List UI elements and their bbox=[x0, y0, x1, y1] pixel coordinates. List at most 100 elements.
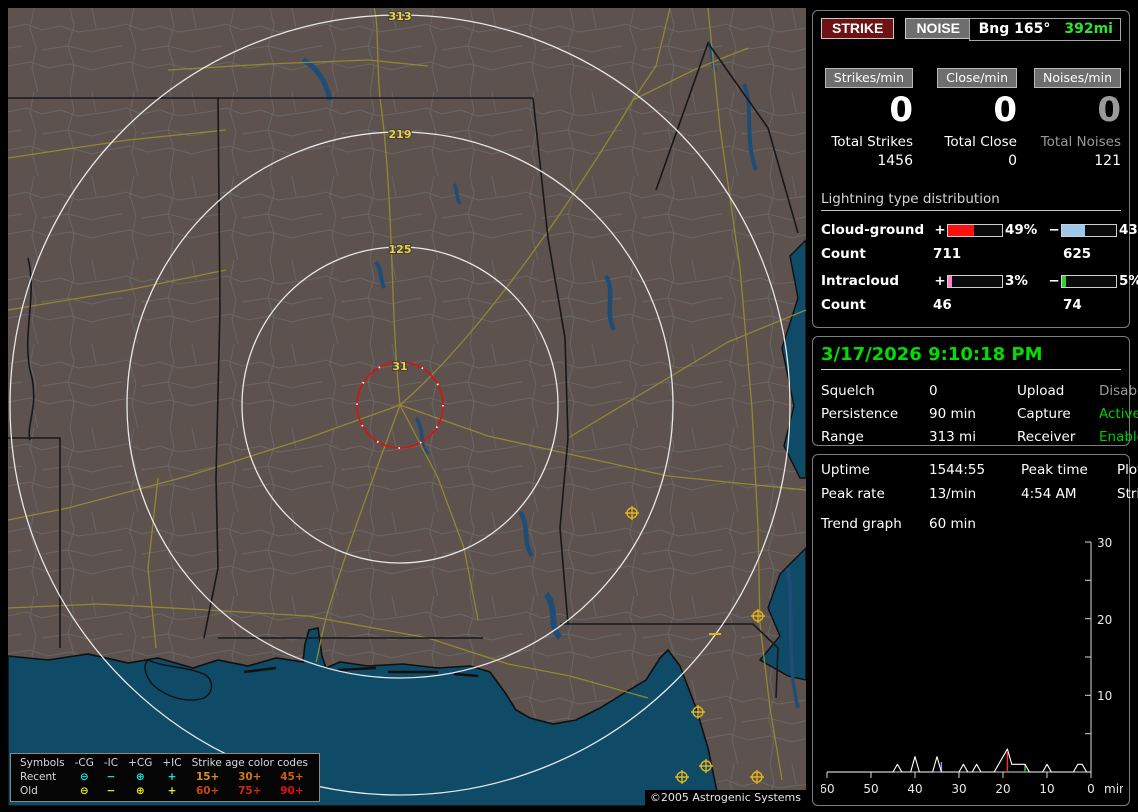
map-canvas: 313 219 125 31 bbox=[7, 7, 807, 807]
legend-col-pos-cg: +CG bbox=[128, 757, 153, 769]
age-45: 45+ bbox=[280, 771, 304, 783]
y-tick-10: 10 bbox=[1097, 689, 1112, 703]
age-60: 60+ bbox=[195, 785, 220, 797]
strike-mode-button[interactable]: STRIKE bbox=[821, 18, 895, 39]
ic-positive-pct: 3% bbox=[1005, 273, 1028, 289]
old-pos-ic-icon: + bbox=[167, 785, 177, 797]
peak-rate-label: Peak rate bbox=[821, 486, 885, 502]
count-label: Count bbox=[821, 246, 866, 262]
legend-col-neg-cg: -CG bbox=[74, 757, 94, 769]
x-tick-20: 20 bbox=[995, 782, 1010, 796]
ring-label-125: 125 bbox=[389, 243, 412, 256]
copyright-text: ©2005 Astrogenic Systems bbox=[644, 790, 806, 806]
y-tick-20: 20 bbox=[1097, 613, 1112, 627]
strike-map[interactable]: 313 219 125 31 Symbols -CG -IC +CG +IC S… bbox=[7, 7, 807, 807]
close-per-min-value: 0 bbox=[993, 90, 1017, 130]
ic-positive-count: 46 bbox=[933, 297, 952, 313]
upload-status: Disabled bbox=[1099, 383, 1138, 399]
stats-panel: Uptime 1544:55 Peak time Plot Peak rate … bbox=[812, 454, 1138, 806]
noises-per-min-button[interactable]: Noises/min bbox=[1034, 68, 1121, 88]
range-label: Range bbox=[821, 429, 864, 445]
recent-pos-cg-icon: ⊕ bbox=[135, 771, 145, 783]
total-close-label: Total Close bbox=[944, 134, 1017, 150]
uptime-value: 1544:55 bbox=[929, 462, 986, 478]
ic-negative-bar bbox=[1061, 274, 1117, 288]
peak-rate-value: 13/min bbox=[929, 486, 977, 502]
ic-negative-count: 74 bbox=[1063, 297, 1082, 313]
bearing-range-value: 392mi bbox=[1064, 21, 1113, 37]
plus-sign: + bbox=[934, 222, 946, 238]
x-tick-10: 10 bbox=[1039, 782, 1054, 796]
cg-negative-bar bbox=[1061, 223, 1117, 237]
y-ticks bbox=[1085, 541, 1091, 735]
cloud-ground-row: Cloud-ground + 49% − 43% bbox=[821, 222, 1138, 238]
ic-negative-pct: 5% bbox=[1119, 273, 1138, 289]
uptime-label: Uptime bbox=[821, 462, 870, 478]
legend-col-neg-ic: -IC bbox=[103, 757, 119, 769]
intracloud-counts: Count 46 74 bbox=[821, 297, 1121, 313]
intracloud-label: Intracloud bbox=[821, 273, 900, 289]
capture-status: Active bbox=[1099, 406, 1138, 422]
intracloud-row: Intracloud + 3% − 5% bbox=[821, 273, 1138, 289]
x-tick-60: 60 bbox=[821, 782, 835, 796]
peak-time-value: 4:54 AM bbox=[1021, 486, 1077, 502]
receiver-status: Enabled bbox=[1099, 429, 1138, 445]
strikes-per-min-button[interactable]: Strikes/min bbox=[824, 68, 913, 88]
x-tick-0: 0 bbox=[1087, 782, 1095, 796]
close-counter: Close/min 0 Total Close 0 bbox=[925, 67, 1017, 169]
ring-label-219: 219 bbox=[389, 128, 412, 141]
datetime-display: 3/17/2026 9:10:18 PM bbox=[821, 344, 1121, 370]
plus-sign: + bbox=[934, 273, 946, 289]
age-15: 15+ bbox=[195, 771, 220, 783]
x-tick-30: 30 bbox=[951, 782, 966, 796]
range-value: 313 mi bbox=[929, 429, 976, 445]
total-strikes-label: Total Strikes bbox=[831, 134, 913, 150]
x-ticks bbox=[826, 772, 1092, 778]
upload-label: Upload bbox=[1017, 383, 1065, 399]
old-neg-ic-icon: − bbox=[106, 785, 116, 797]
capture-label: Capture bbox=[1017, 406, 1071, 422]
old-neg-cg-icon: ⊖ bbox=[79, 785, 89, 797]
age-90: 90+ bbox=[280, 785, 304, 797]
persistence-value: 90 min bbox=[929, 406, 976, 422]
counter-panel: STRIKE NOISE Bng 165° 392mi Strikes/min 0… bbox=[812, 10, 1138, 328]
legend-symbols-header: Symbols bbox=[20, 757, 65, 769]
x-tick-50: 50 bbox=[863, 782, 878, 796]
peak-time-label: Peak time bbox=[1021, 462, 1088, 478]
legend-recent-label: Recent bbox=[20, 771, 57, 783]
close-per-min-button[interactable]: Close/min bbox=[937, 68, 1017, 88]
recent-pos-ic-icon: + bbox=[167, 771, 177, 783]
cg-positive-pct: 49% bbox=[1005, 222, 1038, 238]
app-window: { "colors": { "land": "#5d524d", "water"… bbox=[0, 0, 1138, 812]
symbol-legend: Symbols -CG -IC +CG +IC Strike age color… bbox=[10, 753, 320, 802]
trend-line bbox=[827, 748, 1091, 773]
ic-positive-bar bbox=[947, 274, 1003, 288]
total-close-value: 0 bbox=[1008, 153, 1017, 169]
bearing-value: Bng 165° bbox=[978, 21, 1051, 37]
x-axis-unit: min bbox=[1104, 782, 1123, 796]
minus-sign: − bbox=[1048, 222, 1060, 238]
age-30: 30+ bbox=[238, 771, 262, 783]
noises-counter: Noises/min 0 Total Noises 121 bbox=[1029, 67, 1121, 169]
cg-positive-count: 711 bbox=[933, 246, 962, 262]
trend-graph-value: 60 min bbox=[929, 516, 976, 532]
cloud-ground-counts: Count 711 625 bbox=[821, 246, 1121, 262]
bearing-readout: Bng 165° 392mi bbox=[968, 18, 1121, 41]
y-tick-30: 30 bbox=[1097, 536, 1112, 550]
x-tick-40: 40 bbox=[907, 782, 922, 796]
noise-mode-button[interactable]: NOISE bbox=[905, 18, 972, 39]
trend-colored-marks bbox=[940, 752, 1026, 772]
cg-negative-pct: 43% bbox=[1119, 222, 1138, 238]
legend-col-pos-ic: +IC bbox=[162, 757, 182, 769]
trend-chart: 30 20 10 60 50 40 30 20 10 0 min bbox=[819, 536, 1126, 796]
cloud-ground-label: Cloud-ground bbox=[821, 222, 925, 238]
legend-age-header: Strike age color codes bbox=[191, 757, 308, 769]
old-pos-cg-icon: ⊕ bbox=[135, 785, 145, 797]
cg-negative-count: 625 bbox=[1063, 246, 1092, 262]
strikes-per-min-value: 0 bbox=[889, 90, 913, 130]
noises-per-min-value: 0 bbox=[1097, 90, 1121, 130]
total-strikes-value: 1456 bbox=[877, 153, 913, 169]
legend-old-label: Old bbox=[20, 785, 38, 797]
status-panel: 3/17/2026 9:10:18 PM Squelch 0 Upload Di… bbox=[812, 336, 1138, 446]
receiver-label: Receiver bbox=[1017, 429, 1076, 445]
